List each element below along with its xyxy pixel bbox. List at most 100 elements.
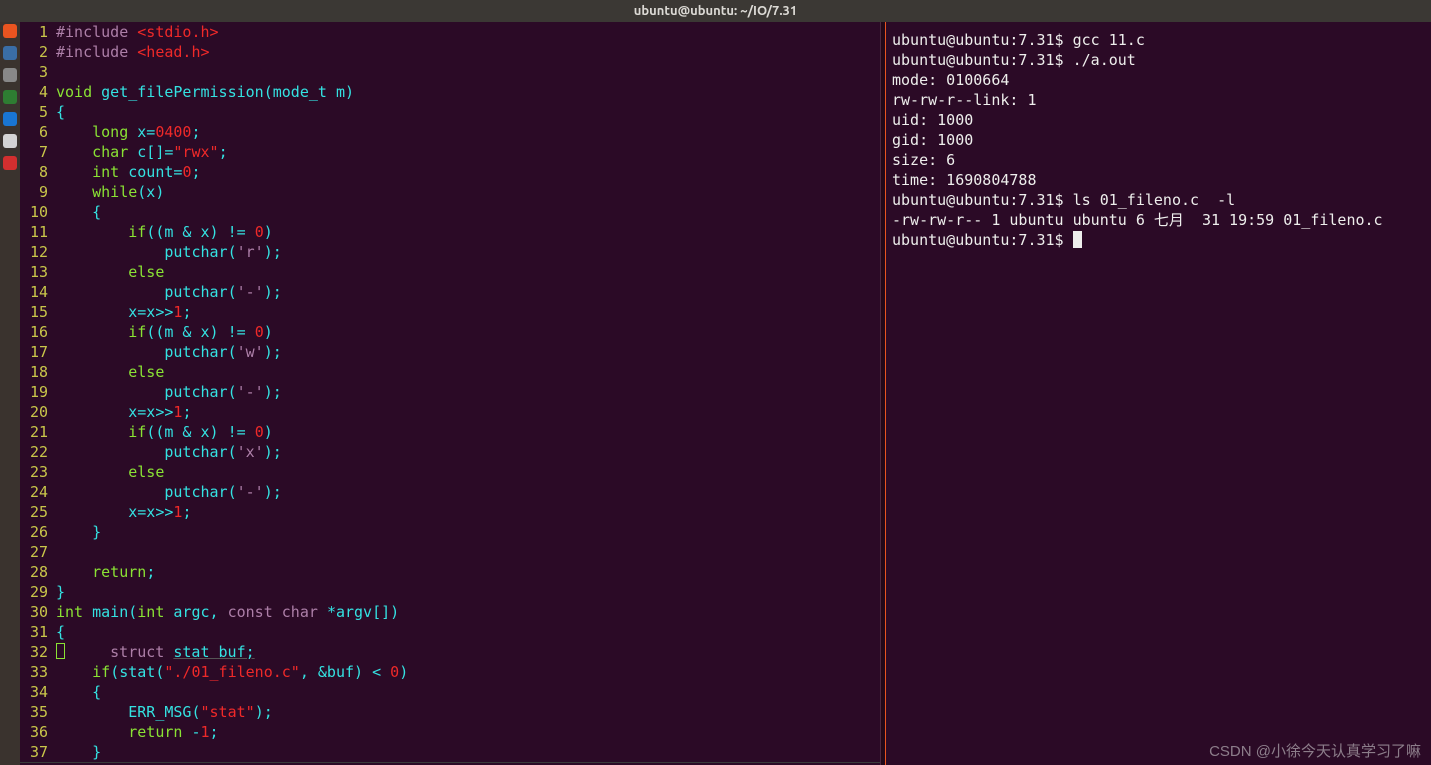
terminal-line: uid: 1000 bbox=[892, 110, 1425, 130]
code-line[interactable]: 16 if((m & x) != 0) bbox=[22, 322, 880, 342]
code-line[interactable]: 1#include <stdio.h> bbox=[22, 22, 880, 42]
line-number: 23 bbox=[22, 462, 56, 482]
launcher-icon[interactable] bbox=[3, 24, 17, 38]
code-content: while(x) bbox=[56, 182, 880, 202]
launcher-icon[interactable] bbox=[3, 156, 17, 170]
line-number: 27 bbox=[22, 542, 56, 562]
code-line[interactable]: 18 else bbox=[22, 362, 880, 382]
code-line[interactable]: 14 putchar('-'); bbox=[22, 282, 880, 302]
terminal-line: mode: 0100664 bbox=[892, 70, 1425, 90]
launcher-icon[interactable] bbox=[3, 90, 17, 104]
line-number: 3 bbox=[22, 62, 56, 82]
code-line[interactable]: 20 x=x>>1; bbox=[22, 402, 880, 422]
code-line[interactable]: 17 putchar('w'); bbox=[22, 342, 880, 362]
code-line[interactable]: 25 x=x>>1; bbox=[22, 502, 880, 522]
code-line[interactable]: 13 else bbox=[22, 262, 880, 282]
code-line[interactable]: 24 putchar('-'); bbox=[22, 482, 880, 502]
code-line[interactable]: 4void get_filePermission(mode_t m) bbox=[22, 82, 880, 102]
code-content: putchar('x'); bbox=[56, 442, 880, 462]
code-line[interactable]: 30int main(int argc, const char *argv[]) bbox=[22, 602, 880, 622]
line-number: 12 bbox=[22, 242, 56, 262]
line-number: 14 bbox=[22, 282, 56, 302]
code-content: x=x>>1; bbox=[56, 502, 880, 522]
code-line[interactable]: 15 x=x>>1; bbox=[22, 302, 880, 322]
vim-editor-pane[interactable]: 1#include <stdio.h>2#include <head.h>34v… bbox=[20, 22, 880, 765]
launcher-icon[interactable] bbox=[3, 46, 17, 60]
code-content: return -1; bbox=[56, 722, 880, 742]
code-line[interactable]: 7 char c[]="rwx"; bbox=[22, 142, 880, 162]
line-number: 13 bbox=[22, 262, 56, 282]
launcher-icon[interactable] bbox=[3, 68, 17, 82]
code-line[interactable]: 22 putchar('x'); bbox=[22, 442, 880, 462]
code-line[interactable]: 27 bbox=[22, 542, 880, 562]
code-line[interactable]: 32 struct stat buf; bbox=[22, 642, 880, 662]
line-number: 21 bbox=[22, 422, 56, 442]
code-line[interactable]: 12 putchar('r'); bbox=[22, 242, 880, 262]
code-line[interactable]: 3 bbox=[22, 62, 880, 82]
code-content: void get_filePermission(mode_t m) bbox=[56, 82, 880, 102]
code-content: ERR_MSG("stat"); bbox=[56, 702, 880, 722]
window-titlebar: ubuntu@ubuntu: ~/IO/7.31 bbox=[0, 0, 1431, 22]
line-number: 33 bbox=[22, 662, 56, 682]
code-line[interactable]: 26 } bbox=[22, 522, 880, 542]
code-area[interactable]: 1#include <stdio.h>2#include <head.h>34v… bbox=[20, 22, 880, 762]
code-line[interactable]: 36 return -1; bbox=[22, 722, 880, 742]
code-line[interactable]: 35 ERR_MSG("stat"); bbox=[22, 702, 880, 722]
code-content: else bbox=[56, 462, 880, 482]
line-number: 32 bbox=[22, 642, 56, 662]
code-line[interactable]: 29} bbox=[22, 582, 880, 602]
line-number: 10 bbox=[22, 202, 56, 222]
terminal-pane[interactable]: ubuntu@ubuntu:7.31$ gcc 11.cubuntu@ubunt… bbox=[886, 22, 1431, 765]
code-line[interactable]: 28 return; bbox=[22, 562, 880, 582]
code-line[interactable]: 10 { bbox=[22, 202, 880, 222]
terminal-line: ubuntu@ubuntu:7.31$ ls 01_fileno.c -l bbox=[892, 190, 1425, 210]
line-number: 8 bbox=[22, 162, 56, 182]
terminal-line: gid: 1000 bbox=[892, 130, 1425, 150]
code-content bbox=[56, 62, 880, 82]
workspace: 1#include <stdio.h>2#include <head.h>34v… bbox=[20, 22, 1431, 765]
code-content: { bbox=[56, 202, 880, 222]
terminal-line: size: 6 bbox=[892, 150, 1425, 170]
code-content: { bbox=[56, 682, 880, 702]
line-number: 1 bbox=[22, 22, 56, 42]
code-line[interactable]: 9 while(x) bbox=[22, 182, 880, 202]
line-number: 24 bbox=[22, 482, 56, 502]
code-line[interactable]: 11 if((m & x) != 0) bbox=[22, 222, 880, 242]
code-content: int main(int argc, const char *argv[]) bbox=[56, 602, 880, 622]
code-content: putchar('-'); bbox=[56, 282, 880, 302]
line-number: 19 bbox=[22, 382, 56, 402]
code-content: { bbox=[56, 622, 880, 642]
line-number: 31 bbox=[22, 622, 56, 642]
code-line[interactable]: 31{ bbox=[22, 622, 880, 642]
code-content: char c[]="rwx"; bbox=[56, 142, 880, 162]
code-content bbox=[56, 542, 880, 562]
line-number: 5 bbox=[22, 102, 56, 122]
code-line[interactable]: 8 int count=0; bbox=[22, 162, 880, 182]
terminal-line: time: 1690804788 bbox=[892, 170, 1425, 190]
code-line[interactable]: 21 if((m & x) != 0) bbox=[22, 422, 880, 442]
terminal-line: ubuntu@ubuntu:7.31$ bbox=[892, 230, 1425, 250]
code-content: #include <stdio.h> bbox=[56, 22, 880, 42]
code-line[interactable]: 33 if(stat("./01_fileno.c", &buf) < 0) bbox=[22, 662, 880, 682]
code-line[interactable]: 19 putchar('-'); bbox=[22, 382, 880, 402]
code-content: #include <head.h> bbox=[56, 42, 880, 62]
line-number: 25 bbox=[22, 502, 56, 522]
line-number: 30 bbox=[22, 602, 56, 622]
code-content: } bbox=[56, 582, 880, 602]
code-line[interactable]: 2#include <head.h> bbox=[22, 42, 880, 62]
code-content: x=x>>1; bbox=[56, 402, 880, 422]
terminal-line: ubuntu@ubuntu:7.31$ ./a.out bbox=[892, 50, 1425, 70]
launcher-icon[interactable] bbox=[3, 134, 17, 148]
code-line[interactable]: 34 { bbox=[22, 682, 880, 702]
launcher-icon[interactable] bbox=[3, 112, 17, 126]
line-number: 26 bbox=[22, 522, 56, 542]
code-line[interactable]: 23 else bbox=[22, 462, 880, 482]
code-line[interactable]: 37 } bbox=[22, 742, 880, 762]
launcher-dock bbox=[0, 22, 20, 765]
code-content: else bbox=[56, 262, 880, 282]
code-line[interactable]: 5{ bbox=[22, 102, 880, 122]
line-number: 22 bbox=[22, 442, 56, 462]
terminal-line: ubuntu@ubuntu:7.31$ gcc 11.c bbox=[892, 30, 1425, 50]
code-content: putchar('w'); bbox=[56, 342, 880, 362]
code-line[interactable]: 6 long x=0400; bbox=[22, 122, 880, 142]
